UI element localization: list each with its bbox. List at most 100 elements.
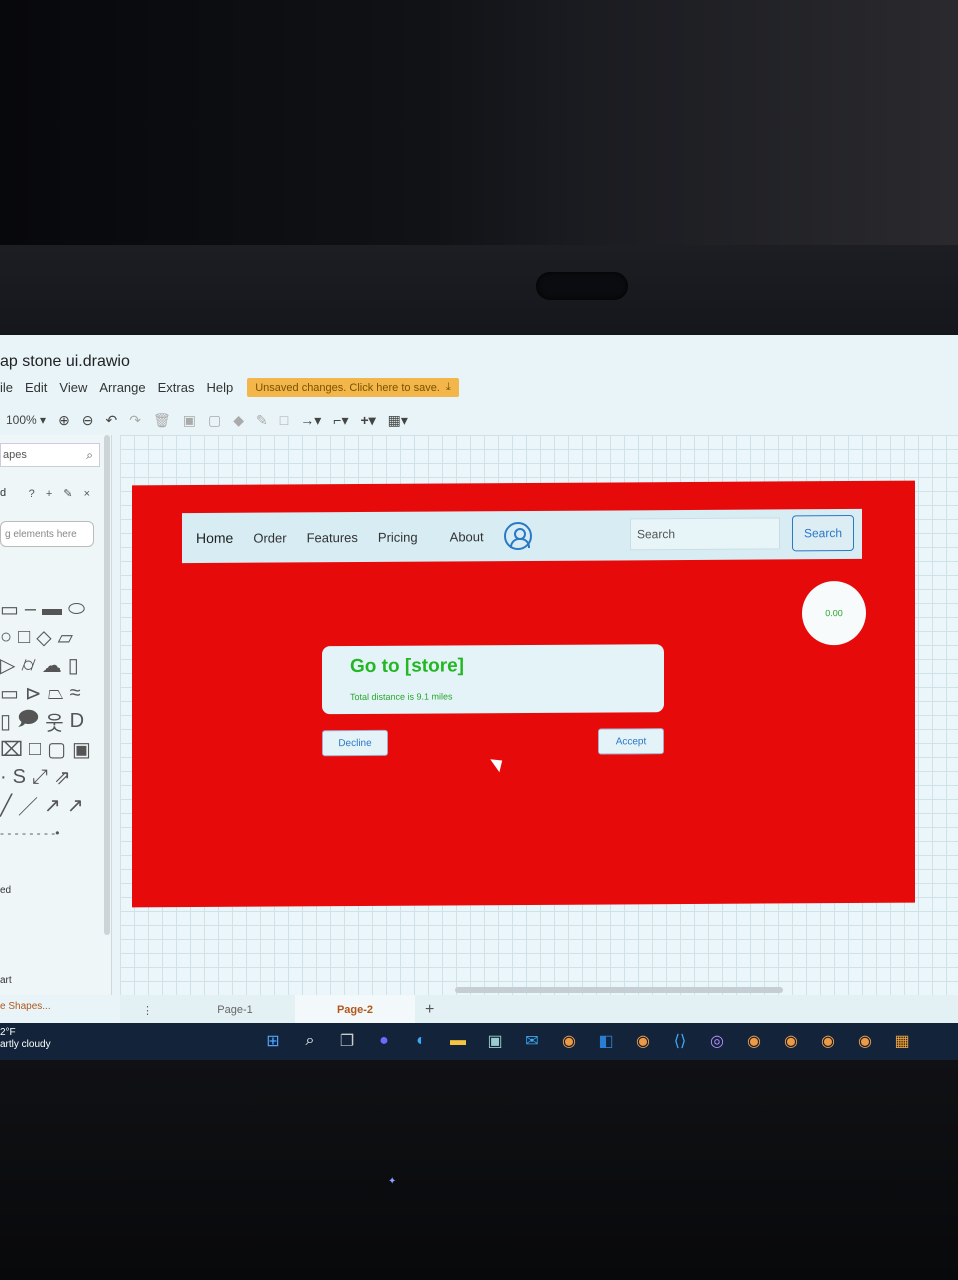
zoom-select[interactable]: 100% ▾ <box>6 413 46 427</box>
search-icon[interactable]: ⌕ <box>86 448 93 463</box>
vscode-icon[interactable]: ⟨⟩ <box>667 1029 693 1053</box>
trapezoid-shape-icon[interactable]: ⏢ <box>48 682 64 705</box>
label-shape-icon[interactable]: ▬ <box>42 598 62 621</box>
windows-start-icon[interactable]: ⊞ <box>260 1029 286 1053</box>
shapes-search-input[interactable]: apes ⌕ <box>0 443 100 467</box>
decline-button[interactable]: Decline <box>322 729 388 757</box>
chrome-icon[interactable]: ◉ <box>630 1029 656 1053</box>
to-front-icon[interactable]: ▣ <box>183 412 196 429</box>
document-shape-icon[interactable]: ▯ <box>68 653 79 678</box>
outlook-icon[interactable]: ◧ <box>593 1029 619 1053</box>
connector-line-icon[interactable]: - - - - - - - -• <box>0 826 60 840</box>
cloud-shape-icon[interactable]: ☁ <box>42 653 62 678</box>
menu-help[interactable]: Help <box>206 380 233 395</box>
tape-shape-icon[interactable]: ≈ <box>70 682 81 705</box>
edge-icon[interactable]: ◐ <box>408 1029 434 1053</box>
insert-icon[interactable]: +▾ <box>360 412 375 429</box>
add-page-button[interactable]: + <box>425 1001 434 1019</box>
arrow-shape-icon[interactable]: ⇗ <box>54 765 71 790</box>
zoom-in-icon[interactable]: ⊕ <box>58 412 70 429</box>
chrome-icon[interactable]: ◉ <box>741 1029 767 1053</box>
parallelogram-shape-icon[interactable]: ▱ <box>58 625 73 650</box>
solid-line-icon[interactable]: ／ <box>18 791 38 820</box>
more-shapes-link[interactable]: e Shapes... <box>0 1001 51 1012</box>
destination-card[interactable]: Go to [store] Total distance is 9.1 mile… <box>322 644 664 715</box>
menu-edit[interactable]: Edit <box>25 380 47 395</box>
ellipse-shape-icon[interactable]: ⬭ <box>68 598 85 621</box>
to-back-icon[interactable]: ▢ <box>208 412 221 429</box>
chrome-icon[interactable]: ◉ <box>778 1029 804 1053</box>
curve-shape-icon[interactable]: S <box>13 766 26 789</box>
circle-shape-icon[interactable]: ○ <box>0 626 12 649</box>
cross-shape-icon[interactable]: ⌧ <box>0 737 23 762</box>
menu-arrange[interactable]: Arrange <box>99 380 145 395</box>
chrome-icon[interactable]: ◉ <box>815 1029 841 1053</box>
sidebar-section-label[interactable]: art <box>0 975 12 986</box>
sidebar-scrollbar[interactable] <box>104 435 110 935</box>
actor-shape-icon[interactable]: 웃 <box>45 707 63 736</box>
waypoints-icon[interactable]: ⌐▾ <box>333 412 348 429</box>
accept-button[interactable]: Accept <box>598 728 664 755</box>
chrome-icon[interactable]: ◉ <box>852 1029 878 1053</box>
dashed-line-icon[interactable]: ╱ <box>0 793 12 818</box>
frame-shape-icon[interactable]: □ <box>29 738 41 761</box>
fill-color-icon[interactable]: ◆ <box>233 412 244 429</box>
mail-icon[interactable]: ✉ <box>519 1029 545 1053</box>
undo-icon[interactable]: ↶ <box>106 412 118 429</box>
text-shape-icon[interactable]: – <box>25 598 36 621</box>
menu-file[interactable]: ile <box>0 380 13 395</box>
sidebar-section-label[interactable]: ed <box>0 885 11 896</box>
mockup-search-input[interactable]: Search <box>630 517 780 551</box>
container-shape-icon[interactable]: ▢ <box>47 737 66 762</box>
task-view-icon[interactable]: ❐ <box>334 1029 360 1053</box>
table-shape-icon[interactable]: ▣ <box>72 737 91 762</box>
page-menu-icon[interactable]: ⋮ <box>142 1004 153 1017</box>
mockup-navbar[interactable]: Home Order Features Pricing About Search… <box>182 508 862 564</box>
cylinder-shape-icon[interactable]: ⌭ <box>21 654 35 677</box>
chrome-icon[interactable]: ◉ <box>556 1029 582 1053</box>
note-shape-icon[interactable]: ▯ <box>0 709 11 734</box>
profile-icon[interactable] <box>503 521 532 551</box>
zoom-out-icon[interactable]: ⊖ <box>82 412 94 429</box>
nav-pricing[interactable]: Pricing <box>378 529 418 544</box>
directional-line-icon[interactable]: ↗ <box>67 793 84 818</box>
tab-page-1[interactable]: Page-1 <box>175 1004 295 1016</box>
table-icon[interactable]: ▦▾ <box>388 412 408 429</box>
nav-about[interactable]: About <box>450 529 484 544</box>
search-icon[interactable]: ⌕ <box>297 1029 323 1053</box>
scratchpad-actions[interactable]: ? + ✎ × <box>29 487 94 500</box>
redo-icon[interactable]: ↷ <box>129 412 141 429</box>
shadow-icon[interactable]: □ <box>280 412 288 428</box>
delete-icon[interactable]: 🗑 <box>153 412 171 429</box>
step-shape-icon[interactable]: ⊳ <box>25 681 42 706</box>
file-explorer-icon[interactable]: ▬ <box>445 1029 471 1053</box>
connection-icon[interactable]: →▾ <box>300 412 321 429</box>
triangle-shape-icon[interactable]: ▷ <box>0 653 15 678</box>
callout-shape-icon[interactable]: 🗩 <box>17 704 39 738</box>
diamond-shape-icon[interactable]: ◇ <box>36 625 51 650</box>
nav-features[interactable]: Features <box>307 530 358 545</box>
mockup-search-button[interactable]: Search <box>792 514 854 552</box>
canvas-scrollbar[interactable] <box>455 987 783 993</box>
unsaved-changes-button[interactable]: Unsaved changes. Click here to save. ⤓ <box>247 378 459 397</box>
menu-view[interactable]: View <box>59 380 87 395</box>
delay-shape-icon[interactable]: D <box>70 710 84 733</box>
store-icon[interactable]: ▣ <box>482 1029 508 1053</box>
tab-page-2[interactable]: Page-2 <box>295 995 415 1025</box>
drawio-icon[interactable]: ▦ <box>889 1029 915 1053</box>
chat-icon[interactable]: ● <box>371 1029 397 1053</box>
nav-home[interactable]: Home <box>196 530 233 546</box>
mockup-frame[interactable]: Home Order Features Pricing About Search… <box>132 480 915 908</box>
scratchpad-header[interactable]: d ? + ✎ × <box>0 487 100 500</box>
process-shape-icon[interactable]: ▭ <box>0 681 19 706</box>
line-shape-icon[interactable]: · <box>0 766 7 789</box>
price-badge[interactable]: 0.00 <box>802 580 866 646</box>
bidirectional-arrow-icon[interactable]: ⤢ <box>32 766 48 789</box>
menu-extras[interactable]: Extras <box>158 380 195 395</box>
rectangle-shape-icon[interactable]: ▭ <box>0 597 19 622</box>
line-color-icon[interactable]: ✎ <box>256 412 268 429</box>
nav-order[interactable]: Order <box>253 530 286 545</box>
weather-widget[interactable]: 2°F artly cloudy <box>0 1027 51 1051</box>
github-icon[interactable]: ◎ <box>704 1029 730 1053</box>
square-shape-icon[interactable]: □ <box>18 626 30 649</box>
